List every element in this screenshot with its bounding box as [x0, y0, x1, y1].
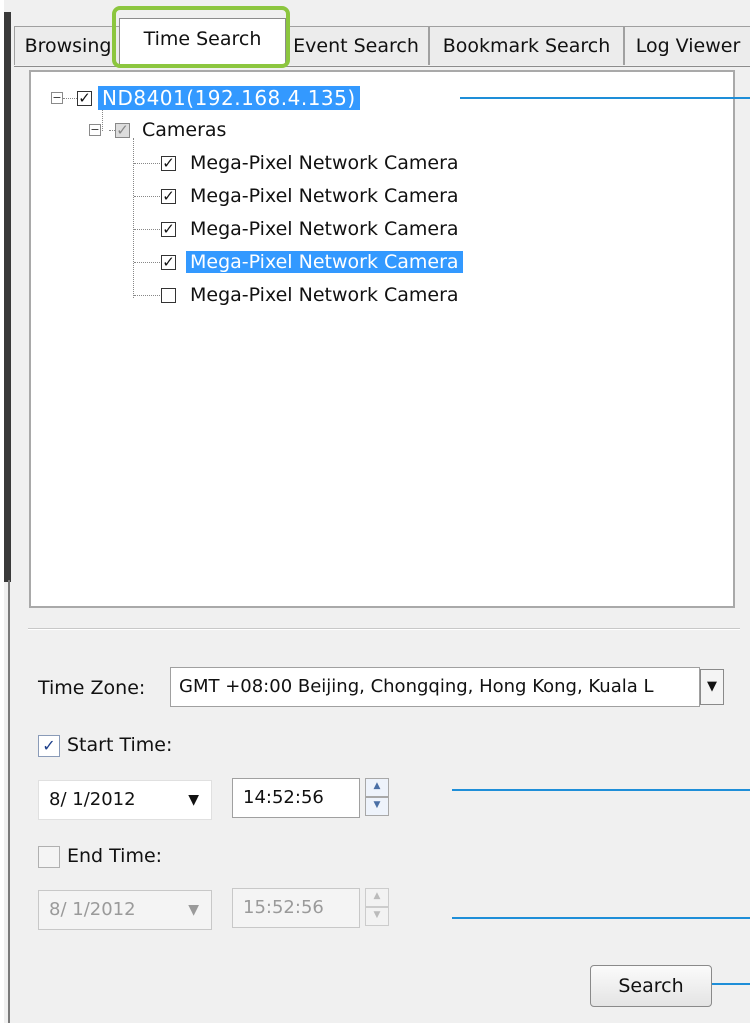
minus-box-icon[interactable]: − [51, 92, 63, 104]
check-icon: ✓ [42, 736, 56, 755]
camera-label: Mega-Pixel Network Camera [190, 152, 459, 174]
arrow-down-icon[interactable]: ▼ [365, 797, 389, 816]
window-edge-lower [8, 580, 10, 1023]
callout-line [452, 917, 750, 919]
tree-node-cameras[interactable]: − ✓ Cameras [89, 116, 226, 144]
chevron-down-icon[interactable]: ▼ [188, 891, 199, 929]
search-button[interactable]: Search [590, 965, 712, 1007]
time-zone-label: Time Zone: [38, 677, 146, 699]
start-date-picker[interactable]: 8/ 1/2012 ▼ [38, 780, 212, 820]
arrow-up-icon[interactable]: ▲ [365, 778, 389, 797]
end-time-spinner[interactable]: ▲ ▼ [365, 888, 389, 926]
tab-event-search[interactable]: Event Search [283, 26, 429, 65]
tree-node-root[interactable]: − ✓ ND8401(192.168.4.135) [51, 84, 360, 112]
end-time-input[interactable]: 15:52:56 [232, 888, 360, 928]
check-icon[interactable]: ✓ [161, 221, 176, 237]
start-time-checkbox[interactable]: ✓ [38, 735, 60, 757]
tree-node-camera-selected[interactable]: ✓ Mega-Pixel Network Camera [161, 248, 463, 276]
tree-node-camera[interactable]: ✓ Mega-Pixel Network Camera [161, 149, 459, 177]
check-icon[interactable]: ✓ [161, 254, 176, 270]
camera-label: Mega-Pixel Network Camera [186, 251, 463, 273]
camera-label: Mega-Pixel Network Camera [190, 185, 459, 207]
callout-line [452, 789, 750, 791]
end-date-value: 8/ 1/2012 [49, 899, 136, 920]
check-icon[interactable]: ✓ [161, 188, 176, 204]
divider [28, 628, 740, 630]
tab-bookmark-search[interactable]: Bookmark Search [429, 26, 624, 65]
time-zone-select[interactable]: GMT +08:00 Beijing, Chongqing, Hong Kong… [170, 667, 700, 707]
chevron-down-icon[interactable]: ▼ [188, 781, 199, 819]
check-icon[interactable]: ✓ [77, 90, 92, 106]
tab-browsing[interactable]: Browsing [14, 26, 122, 65]
check-icon[interactable]: ✓ [115, 122, 130, 138]
callout-line [460, 97, 750, 99]
tree-node-camera[interactable]: ✓ Mega-Pixel Network Camera [161, 182, 459, 210]
device-tree[interactable]: − ✓ ND8401(192.168.4.135) − ✓ Cameras ✓ … [29, 70, 735, 608]
end-time-label: End Time: [67, 845, 163, 867]
start-time-input[interactable]: 14:52:56 [232, 778, 360, 818]
arrow-up-icon[interactable]: ▲ [365, 888, 389, 907]
start-date-value: 8/ 1/2012 [49, 789, 136, 810]
minus-box-icon[interactable]: − [89, 124, 101, 136]
tab-highlight-frame [112, 6, 290, 68]
tree-root-label: ND8401(192.168.4.135) [98, 86, 360, 110]
start-time-label: Start Time: [67, 734, 173, 756]
end-date-picker[interactable]: 8/ 1/2012 ▼ [38, 890, 212, 930]
callout-line [712, 983, 750, 985]
camera-label: Mega-Pixel Network Camera [190, 218, 459, 240]
tree-node-camera[interactable]: Mega-Pixel Network Camera [161, 281, 459, 309]
checkbox-empty-icon[interactable] [161, 287, 176, 303]
tree-cameras-label: Cameras [142, 119, 227, 141]
check-icon[interactable]: ✓ [161, 155, 176, 171]
chevron-down-icon[interactable]: ▼ [700, 669, 724, 705]
window-edge [4, 12, 11, 582]
arrow-down-icon[interactable]: ▼ [365, 907, 389, 926]
start-time-spinner[interactable]: ▲ ▼ [365, 778, 389, 816]
camera-label: Mega-Pixel Network Camera [190, 284, 459, 306]
end-time-checkbox[interactable] [38, 846, 60, 868]
tab-log-viewer[interactable]: Log Viewer [624, 26, 750, 65]
tree-node-camera[interactable]: ✓ Mega-Pixel Network Camera [161, 215, 459, 243]
